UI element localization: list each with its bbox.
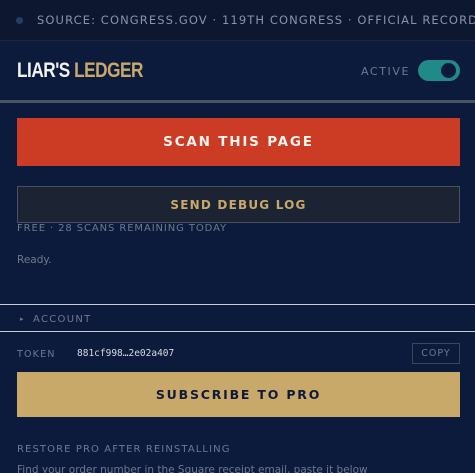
active-toggle[interactable] bbox=[418, 60, 460, 81]
header-divider bbox=[0, 100, 475, 103]
copy-token-button[interactable]: COPY bbox=[412, 343, 460, 364]
source-text: SOURCE: CONGRESS.GOV · 119TH CONGRESS · … bbox=[37, 13, 475, 27]
active-label: ACTIVE bbox=[361, 65, 411, 78]
restore-help-text: Find your order number in the Square rec… bbox=[17, 464, 368, 473]
scan-page-button[interactable]: SCAN THIS PAGE bbox=[17, 118, 460, 166]
toggle-knob bbox=[441, 63, 456, 78]
restore-pro-label: RESTORE PRO AFTER REINSTALLING bbox=[17, 444, 231, 455]
source-bar: SOURCE: CONGRESS.GOV · 119TH CONGRESS · … bbox=[0, 0, 475, 41]
send-debug-log-button[interactable]: SEND DEBUG LOG bbox=[17, 186, 460, 223]
token-value: 881cf998…2e02a407 bbox=[77, 348, 175, 359]
triangle-right-icon: ▸ bbox=[20, 315, 24, 323]
token-label: TOKEN bbox=[17, 349, 56, 360]
brand-secondary: LEDGER bbox=[74, 59, 143, 82]
scans-remaining: FREE · 28 SCANS REMAINING TODAY bbox=[17, 223, 228, 234]
account-section-toggle[interactable]: ▸ ACCOUNT bbox=[0, 304, 475, 332]
account-section-label: ACCOUNT bbox=[33, 314, 92, 325]
brand-logo: LIAR'S LEDGER bbox=[17, 59, 143, 83]
status-message: Ready. bbox=[17, 254, 52, 266]
subscribe-pro-button[interactable]: SUBSCRIBE TO PRO bbox=[17, 372, 460, 417]
status-dot-icon bbox=[16, 17, 23, 24]
header: LIAR'S LEDGER ACTIVE bbox=[0, 41, 475, 100]
brand-primary: LIAR'S bbox=[17, 59, 70, 82]
